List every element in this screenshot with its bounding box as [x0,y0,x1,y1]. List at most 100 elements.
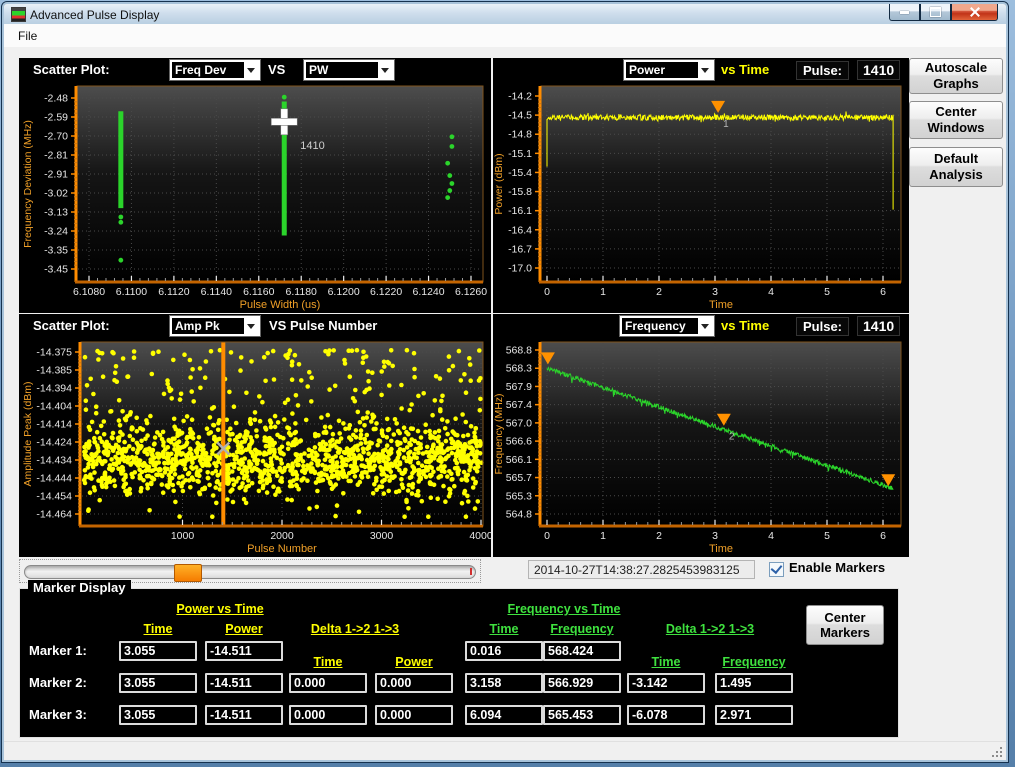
svg-text:568.3: 568.3 [506,363,532,375]
frequency-vs-time-chart[interactable]: 2568.8568.3567.9567.4567.0566.6566.1565.… [493,338,909,557]
pulse-number-value: 1410 [857,316,900,336]
power-param-dropdown[interactable]: Power [623,59,715,81]
svg-text:6.1140: 6.1140 [201,286,232,298]
svg-text:6.1100: 6.1100 [116,286,147,298]
vs-label: VS [268,62,285,77]
amp-pk-vs-pulse-chart[interactable]: -14.375-14.385-14.394-14.404-14.414-14.4… [19,338,491,557]
freq-time-col-header: Time [465,622,543,636]
svg-text:3: 3 [712,286,718,298]
svg-text:Frequency (MHz): Frequency (MHz) [493,393,505,474]
freq-delta-header: Delta 1->2 1->3 [630,622,790,636]
center-windows-button[interactable]: Center Windows [909,101,1003,139]
pulse-label: Pulse: [796,61,849,80]
svg-text:-3.24: -3.24 [44,226,68,238]
app-icon [11,7,26,22]
button-label: Analysis [929,167,982,183]
svg-text:565.7: 565.7 [506,472,532,484]
svg-text:6: 6 [880,530,886,542]
window-title: Advanced Pulse Display [30,8,159,22]
svg-text:-14.385: -14.385 [36,365,72,377]
svg-text:-14.444: -14.444 [36,473,72,485]
svg-text:567.0: 567.0 [506,417,532,429]
minimize-button[interactable] [889,4,920,21]
center-markers-button[interactable]: Center Markers [806,605,884,645]
marker-value: 0.000 [375,705,453,725]
svg-text:-3.35: -3.35 [44,245,68,257]
menu-file[interactable]: File [12,28,43,44]
chevron-down-icon[interactable] [698,62,712,78]
marker-value: 0.016 [465,641,543,661]
svg-text:6.1180: 6.1180 [286,286,317,298]
marker-value: 3.055 [119,673,197,693]
default-analysis-button[interactable]: Default Analysis [909,147,1003,187]
scatter-plot-title: Scatter Plot: [33,318,110,333]
svg-text:3: 3 [712,530,718,542]
svg-text:-2.91: -2.91 [44,169,68,181]
button-label: Default [934,151,978,167]
svg-text:4000: 4000 [469,530,491,542]
button-label: Graphs [933,76,979,92]
marker-value: 0.000 [289,673,367,693]
svg-text:-2.48: -2.48 [44,93,68,105]
pulse-label: Pulse: [796,317,849,336]
svg-text:Amplitude Peak (dBm): Amplitude Peak (dBm) [22,381,34,486]
svg-text:-14.375: -14.375 [36,347,72,359]
maximize-icon [930,7,941,17]
y-parameter-value: Freq Dev [172,62,244,78]
svg-text:4: 4 [768,286,774,298]
x-parameter-dropdown[interactable]: PW [303,59,395,81]
svg-text:-14.8: -14.8 [508,129,532,141]
svg-text:6.1200: 6.1200 [328,286,360,298]
chevron-down-icon[interactable] [698,318,712,334]
x-parameter-value: PW [306,62,378,78]
amp-param-dropdown[interactable]: Amp Pk [169,315,261,337]
power-vs-time-chart[interactable]: 1-14.2-14.5-14.8-15.1-15.4-15.8-16.1-16.… [493,82,909,313]
svg-text:-3.13: -3.13 [44,207,68,219]
svg-text:-16.4: -16.4 [508,224,532,236]
power-delta-time-header: Time [289,655,367,669]
power-delta-header: Delta 1->2 1->3 [275,622,435,636]
svg-text:Time: Time [709,299,733,311]
resize-grip-icon[interactable] [990,745,1002,757]
freq-dev-vs-pw-panel: Scatter Plot: Freq Dev VS PW 1410-2.48-2… [19,58,491,313]
power-delta-value-header: Power [375,655,453,669]
y-parameter-dropdown[interactable]: Freq Dev [169,59,261,81]
marker-value: 1.495 [715,673,793,693]
autoscale-graphs-button[interactable]: Autoscale Graphs [909,58,1003,94]
scatter-plot-title: Scatter Plot: [33,62,110,77]
freq-dev-vs-pw-chart[interactable]: 1410-2.48-2.59-2.70-2.81-2.91-3.02-3.13-… [19,82,491,313]
svg-text:-14.2: -14.2 [508,91,532,103]
button-label: Center [935,104,976,120]
marker-value: 3.158 [465,673,543,693]
pulse-slider-thumb[interactable] [174,564,202,582]
svg-text:Pulse Number: Pulse Number [247,543,317,555]
svg-text:1: 1 [723,119,729,130]
svg-text:-16.1: -16.1 [508,205,532,217]
marker-value: -14.511 [205,705,283,725]
amp-param-value: Amp Pk [172,318,244,334]
chevron-down-icon[interactable] [244,62,258,78]
svg-text:Time: Time [709,543,733,555]
pulse-slider-track[interactable] [24,565,476,579]
titlebar[interactable]: Advanced Pulse Display [4,4,1006,24]
frequency-param-dropdown[interactable]: Frequency [619,315,715,337]
power-panel-header: Power vs Time Pulse: 1410 [493,58,909,82]
chevron-down-icon[interactable] [378,62,392,78]
marker-value: 0.000 [289,705,367,725]
vs-time-label: vs Time [721,318,769,333]
svg-text:2000: 2000 [270,530,294,542]
svg-text:Pulse Width (us): Pulse Width (us) [240,299,321,311]
svg-text:564.8: 564.8 [506,509,532,521]
close-button[interactable] [951,4,998,21]
enable-markers-checkbox[interactable] [769,562,784,577]
svg-text:-2.81: -2.81 [44,150,68,162]
slider-end-mark [470,568,472,575]
chevron-down-icon[interactable] [244,318,258,334]
svg-text:-14.414: -14.414 [36,419,72,431]
maximize-button[interactable] [920,4,951,21]
svg-text:2: 2 [656,286,662,298]
svg-text:-14.464: -14.464 [36,509,72,521]
svg-text:-14.434: -14.434 [36,455,72,467]
svg-text:567.4: 567.4 [506,399,532,411]
svg-text:0: 0 [544,286,550,298]
